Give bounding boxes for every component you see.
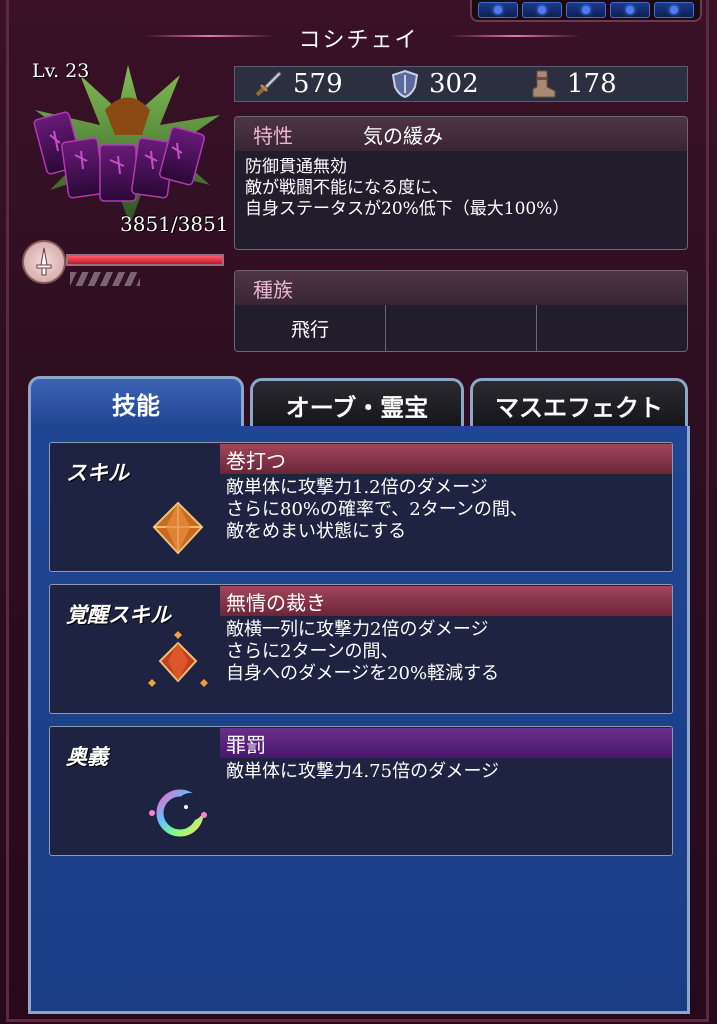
skill-line: 敵単体に攻撃力1.2倍のダメージ (226, 477, 488, 498)
skill-name: 無情の裁き (220, 586, 672, 616)
race-panel: 種族 飛行 (234, 270, 688, 352)
race-header: 種族 (235, 271, 687, 305)
gem-slot (522, 2, 562, 18)
tab-skills[interactable]: 技能 (28, 376, 244, 428)
race-cell (537, 305, 687, 351)
gem-slot (654, 2, 694, 18)
trait-description: 防御貫通無効 敵が戦闘不能になる度に、 自身ステータスが20%低下（最大100%… (235, 151, 687, 226)
defense-value: 302 (429, 69, 479, 99)
skill-line: 自身へのダメージを20%軽減する (226, 663, 500, 684)
skill-line: 敵単体に攻撃力4.75倍のダメージ (226, 761, 500, 782)
stats-bar: 579 302 178 (234, 66, 688, 102)
tab-orb-treasure[interactable]: オーブ・霊宝 (250, 378, 464, 430)
race-cells: 飛行 (235, 305, 687, 351)
skill-line: さらに2ターンの間、 (226, 641, 399, 662)
unit-detail-screen: コシチェイ Lv. 23 3851/3851 579 302 178 特性 気の… (0, 0, 717, 1024)
trait-line: 自身ステータスが20%低下（最大100%） (245, 199, 570, 219)
trait-panel: 特性 気の緩み 防御貫通無効 敵が戦闘不能になる度に、 自身ステータスが20%低… (234, 116, 688, 250)
crescent-moon-icon (149, 789, 207, 837)
gem-slot (610, 2, 650, 18)
trait-line: 敵が戦闘不能になる度に、 (245, 178, 449, 198)
sword-icon (255, 71, 282, 97)
trait-header: 特性 気の緩み (235, 117, 687, 151)
hp-bar-fill (68, 256, 222, 264)
attack-value: 579 (293, 69, 343, 99)
skill-description: 敵単体に攻撃力4.75倍のダメージ (226, 761, 499, 783)
sword-badge-icon (22, 240, 66, 284)
skill-card[interactable]: 奥義 罪罰 敵単体に攻撃力4.75倍のダメージ (49, 726, 673, 856)
gem-slot (566, 2, 606, 18)
skill-type-label: 奥義 (66, 744, 108, 769)
skill-line: 敵横一列に攻撃力2倍のダメージ (226, 619, 489, 640)
skill-line: さらに80%の確率で、2ターンの間、 (226, 499, 528, 520)
skill-description: 敵単体に攻撃力1.2倍のダメージ さらに80%の確率で、2ターンの間、 敵をめま… (226, 477, 528, 543)
unit-level: Lv. 23 (32, 60, 90, 82)
hp-bar (66, 254, 224, 266)
skill-description: 敵横一列に攻撃力2倍のダメージ さらに2ターンの間、 自身へのダメージを20%軽… (226, 619, 499, 685)
orange-crystal-icon (152, 501, 204, 555)
defense-stat: 302 (391, 69, 511, 99)
race-cell: 飛行 (235, 305, 386, 351)
unit-name: コシチェイ (298, 28, 419, 53)
awakened-crystal-icon (148, 631, 208, 687)
speed-stat: 178 (529, 69, 649, 99)
hp-stripes (70, 272, 140, 286)
gem-slot (478, 2, 518, 18)
skill-card[interactable]: 覚醒スキル 無情の裁き 敵横一列に攻撃力2倍のダメージ さらに2ターンの間、 自… (49, 584, 673, 714)
trait-line: 防御貫通無効 (245, 157, 347, 177)
trait-label: 特性 (253, 123, 293, 148)
tab-bar: 技能 オーブ・霊宝 マスエフェクト (28, 376, 690, 430)
skill-name: 巻打つ (220, 444, 672, 474)
skill-type-label: 覚醒スキル (66, 602, 171, 627)
attack-stat: 579 (253, 69, 373, 99)
skills-content: スキル 巻打つ 敵単体に攻撃力1.2倍のダメージ さらに80%の確率で、2ターン… (28, 426, 690, 1014)
race-cell (386, 305, 537, 351)
top-gem-slots (470, 0, 702, 22)
trait-name: 気の緩み (363, 123, 443, 148)
speed-value: 178 (567, 69, 617, 99)
skill-line: 敵をめまい状態にする (226, 521, 407, 542)
tab-mass-effect[interactable]: マスエフェクト (470, 378, 688, 430)
shield-icon (391, 69, 419, 99)
boot-icon (532, 70, 556, 98)
skill-type-label: スキル (66, 460, 129, 485)
skill-name: 罪罰 (220, 728, 672, 758)
hp-value: 3851/3851 (120, 212, 229, 236)
skill-card[interactable]: スキル 巻打つ 敵単体に攻撃力1.2倍のダメージ さらに80%の確率で、2ターン… (49, 442, 673, 572)
